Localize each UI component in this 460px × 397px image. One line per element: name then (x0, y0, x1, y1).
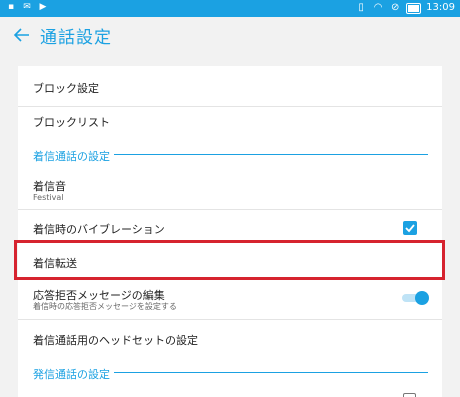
highlight-box (14, 240, 445, 280)
battery-icon (406, 2, 422, 14)
vibrate-item[interactable]: 着信時のバイブレーション (18, 210, 442, 242)
block-settings-item[interactable]: ブロック設定 (18, 66, 442, 106)
toggle-thumb (415, 291, 429, 305)
partial-list-item[interactable] (18, 386, 442, 397)
wifi-icon: ◠ (373, 2, 383, 13)
ringtone-item[interactable]: 着信音 Festival (18, 170, 442, 210)
partial-checkbox[interactable] (403, 393, 416, 397)
app-bar: 通話設定 (0, 17, 460, 65)
block-settings-label: ブロック設定 (33, 82, 99, 95)
reject-message-item[interactable]: 応答拒否メッセージの編集 着信時の応答拒否メッセージを設定する (18, 280, 442, 320)
ringtone-value: Festival (33, 193, 64, 202)
arrow-left-icon[interactable] (10, 25, 34, 49)
reject-message-toggle[interactable] (402, 291, 430, 305)
message-icon: ✉ (23, 2, 31, 12)
vibrate-checkbox[interactable] (403, 221, 417, 235)
play-icon: ▶ (39, 2, 47, 12)
outgoing-section-header: 発信通話の設定 (33, 366, 114, 382)
headset-settings-label: 着信通話用のヘッドセットの設定 (33, 334, 198, 347)
status-time: 13:09 (426, 2, 455, 13)
ringtone-label: 着信音 (33, 180, 66, 193)
vibrate-label: 着信時のバイブレーション (33, 223, 165, 236)
vibrate-icon: ▯ (358, 2, 364, 13)
status-right-icons: ▯ ◠ ⊘ 13:09 (355, 1, 455, 15)
block-list-label: ブロックリスト (33, 116, 110, 129)
page-title: 通話設定 (40, 28, 112, 48)
status-left-icons: ▪ ✉ ▶ (5, 2, 49, 13)
headset-settings-item[interactable]: 着信通話用のヘッドセットの設定 (18, 320, 442, 354)
block-list-item[interactable]: ブロックリスト (18, 107, 442, 139)
settings-panel: ブロック設定 ブロックリスト 着信通話の設定 着信音 Festival 着信時の… (18, 66, 442, 397)
status-bar: ▪ ✉ ▶ ▯ ◠ ⊘ 13:09 (0, 0, 460, 17)
incoming-section-header: 着信通話の設定 (33, 148, 114, 164)
image-icon: ▪ (7, 2, 15, 12)
reject-message-subtitle: 着信時の応答拒否メッセージを設定する (33, 302, 177, 311)
no-sim-icon: ⊘ (390, 2, 400, 13)
